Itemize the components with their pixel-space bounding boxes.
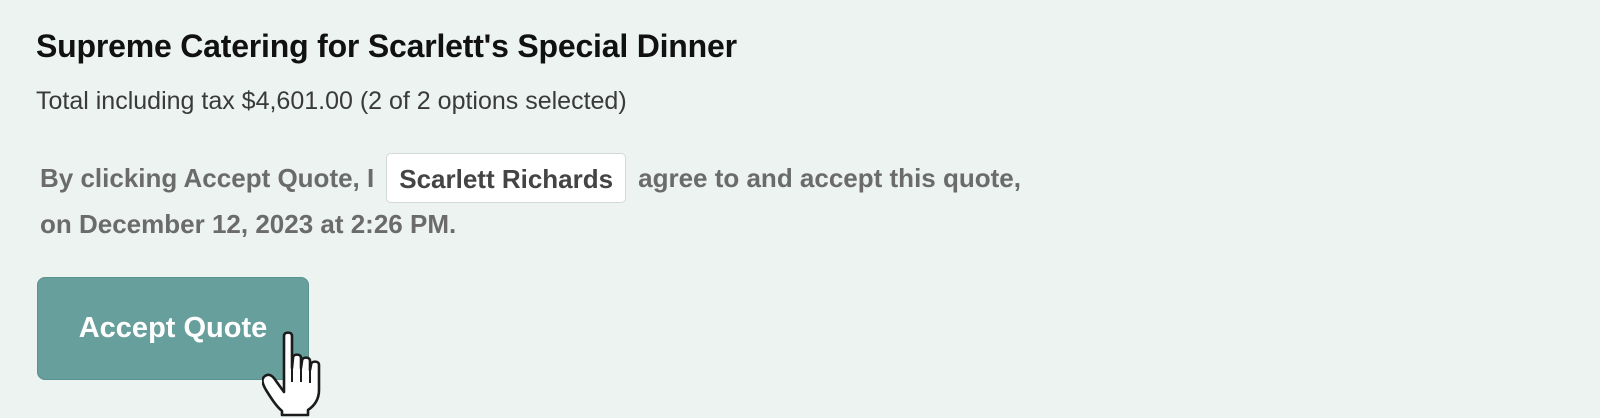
accept-quote-button[interactable]: Accept Quote: [37, 277, 309, 380]
agreement-suffix: agree to and accept this quote,: [638, 162, 1021, 193]
quote-acceptance-panel: Supreme Catering for Scarlett's Special …: [0, 0, 1600, 418]
agreement-line-1: By clicking Accept Quote, I Scarlett Ric…: [40, 152, 1200, 204]
quote-title: Supreme Catering for Scarlett's Special …: [36, 28, 737, 64]
agreement-statement: By clicking Accept Quote, I Scarlett Ric…: [40, 152, 1200, 242]
signer-name-field[interactable]: Scarlett Richards: [386, 153, 627, 203]
agreement-date: on December 12, 2023 at 2:26 PM.: [40, 209, 457, 239]
agreement-prefix: By clicking Accept Quote, I: [40, 162, 375, 193]
quote-total-summary: Total including tax $4,601.00 (2 of 2 op…: [36, 87, 627, 115]
